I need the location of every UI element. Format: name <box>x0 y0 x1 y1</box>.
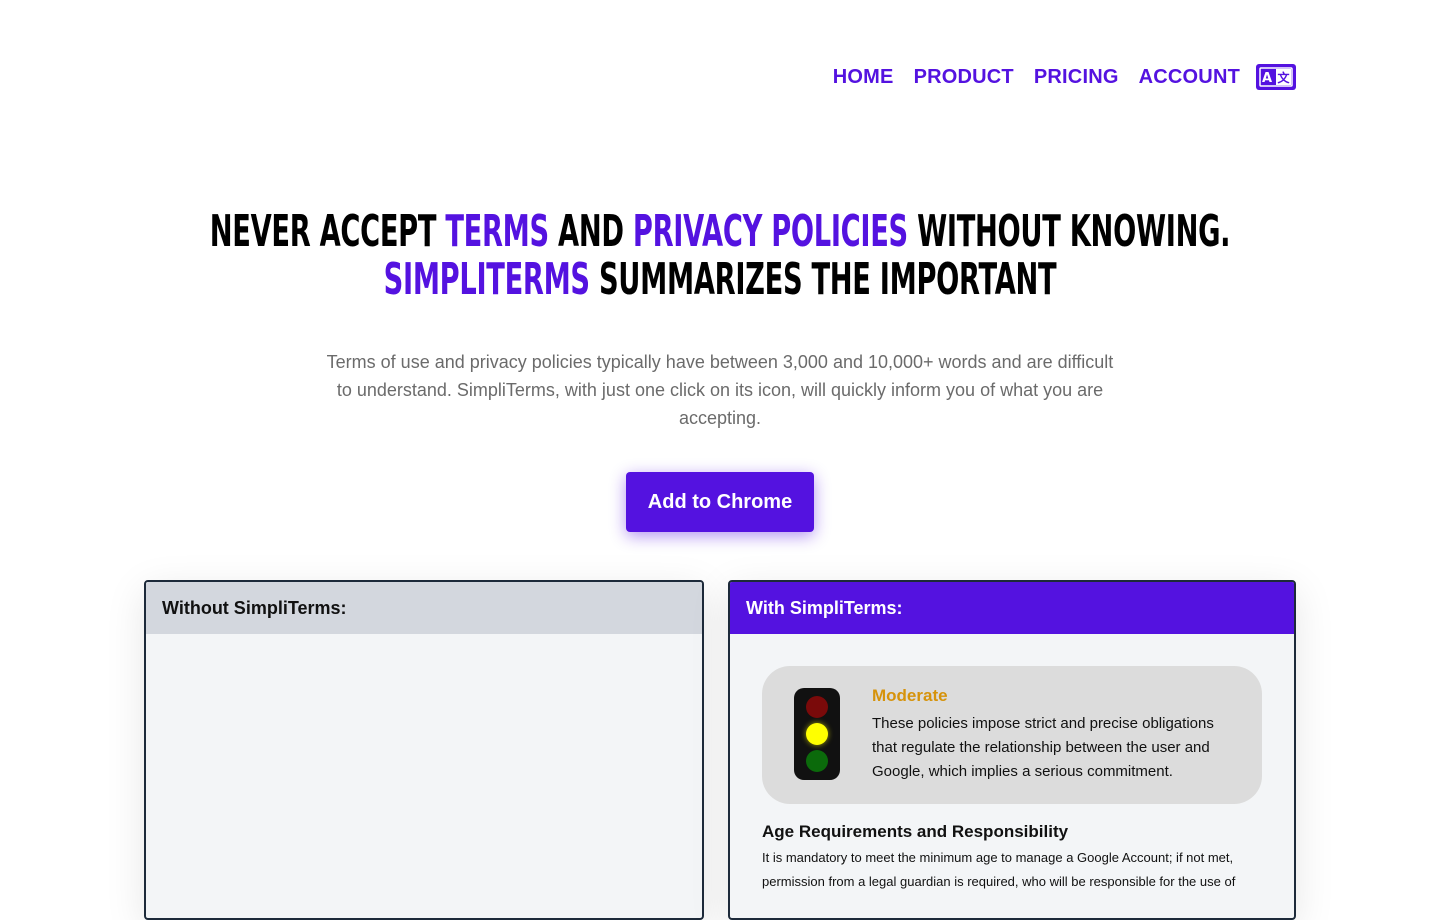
main-nav: HOME PRODUCT PRICING ACCOUNT A 文 <box>833 64 1296 90</box>
nav-account[interactable]: ACCOUNT <box>1139 66 1240 89</box>
hero-title: Never accept Terms and Privacy Policies … <box>140 208 1299 304</box>
add-to-chrome-button[interactable]: Add to Chrome <box>626 472 814 532</box>
svg-text:文: 文 <box>1277 70 1290 85</box>
green-light <box>806 750 828 772</box>
hero-title-part: Terms <box>445 206 549 257</box>
without-panel-title: Without SimpliTerms: <box>146 582 702 634</box>
traffic-light-icon <box>794 688 840 780</box>
with-simpliterms-panel: With SimpliTerms: Moderate These policie… <box>728 580 1296 920</box>
with-panel-title: With SimpliTerms: <box>730 582 1294 634</box>
yellow-light <box>806 723 828 745</box>
section-text: It is mandatory to meet the minimum age … <box>762 850 1236 889</box>
hero-subtitle: Terms of use and privacy policies typica… <box>326 352 1114 428</box>
without-simpliterms-panel: Without SimpliTerms: <box>144 580 704 920</box>
language-button[interactable]: A 文 <box>1256 64 1296 90</box>
rating-description: These policies impose strict and precise… <box>872 715 1214 780</box>
hero-title-part: and <box>548 206 633 257</box>
nav-product[interactable]: PRODUCT <box>914 66 1014 89</box>
hero-title-part: without knowing. <box>907 206 1231 257</box>
hero-title-part: summarizes the important <box>589 254 1057 305</box>
nav-pricing[interactable]: PRICING <box>1034 66 1119 89</box>
translate-icon: A 文 <box>1259 67 1293 87</box>
rating-label: Moderate <box>872 686 948 705</box>
nav-home[interactable]: HOME <box>833 66 894 89</box>
section-title: Age Requirements and Responsibility <box>762 822 1069 841</box>
svg-text:A: A <box>1262 71 1272 86</box>
hero-title-part: Never accept <box>209 206 446 257</box>
hero-title-part: Privacy Policies <box>632 206 908 257</box>
red-light <box>806 696 828 718</box>
hero-title-part: SimpliTerms <box>383 254 590 305</box>
rating-card: Moderate These policies impose strict an… <box>762 666 1262 804</box>
